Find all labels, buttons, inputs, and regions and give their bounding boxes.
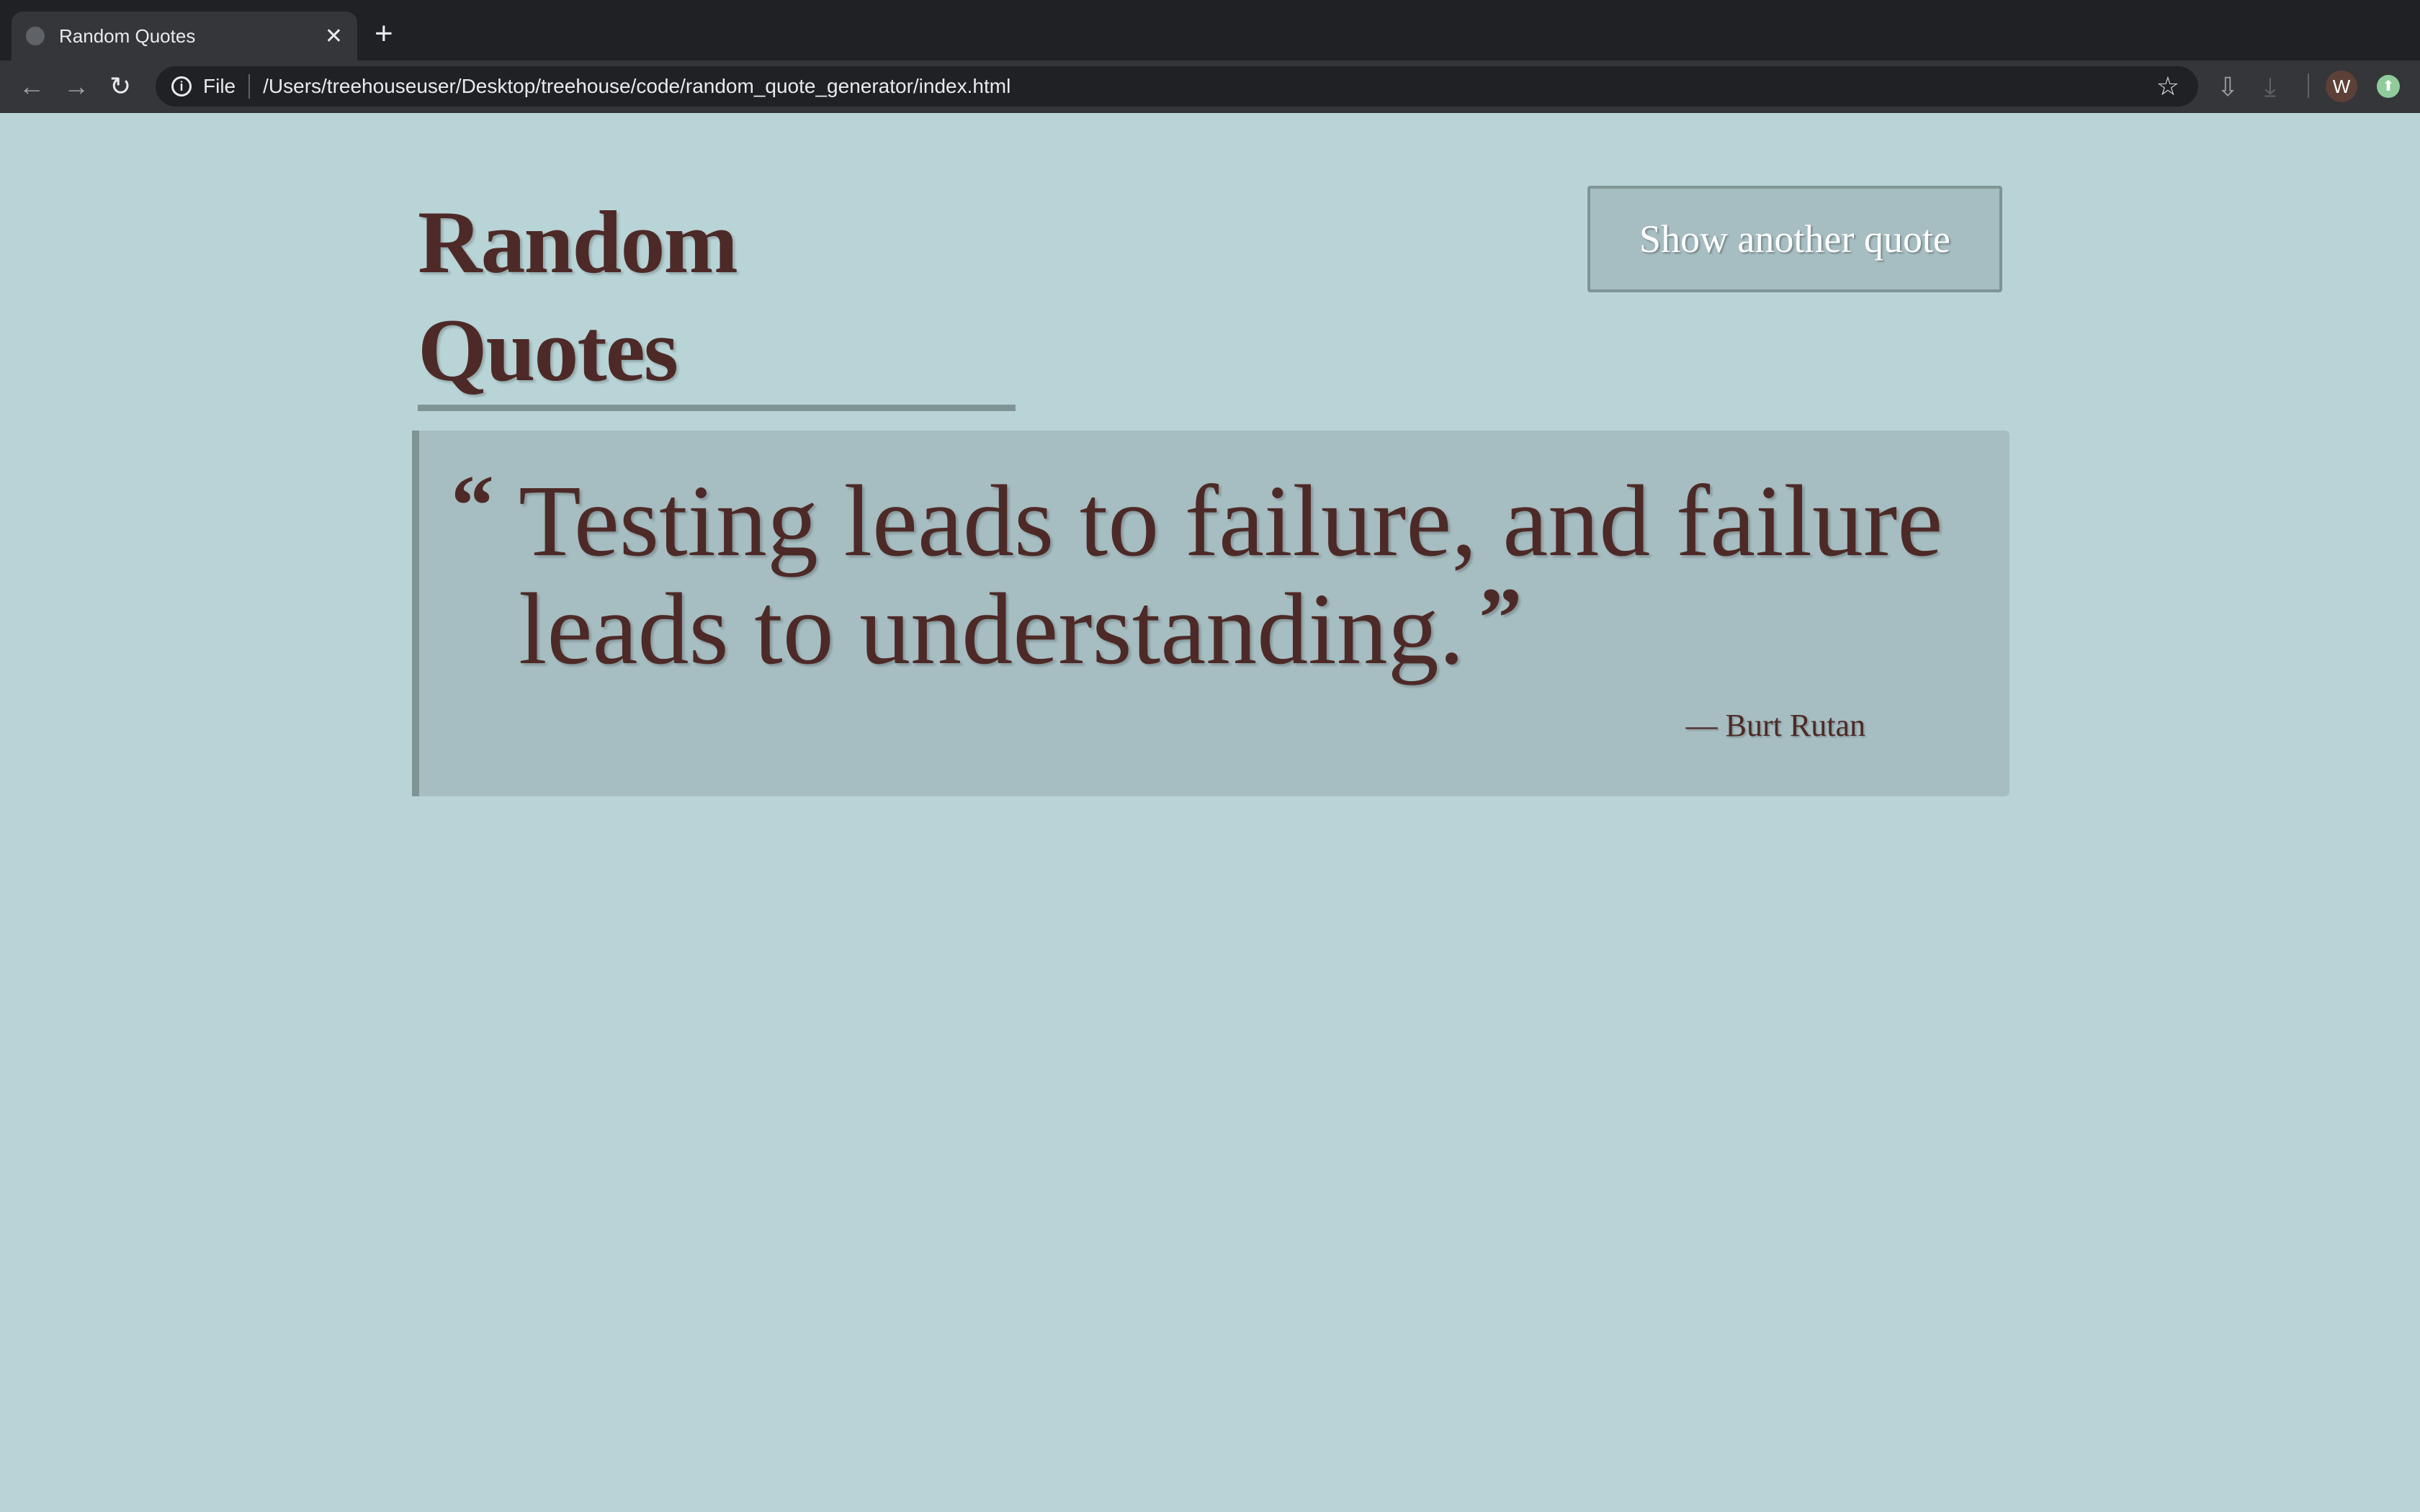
divider [248, 74, 251, 99]
tab-random-quotes[interactable]: Random Quotes ✕ [12, 12, 357, 60]
quote-body: Testing leads to failure, and failure le… [519, 464, 1943, 685]
show-another-quote-button[interactable]: Show another quote [1587, 186, 2002, 292]
new-tab-button[interactable]: + [375, 16, 393, 52]
tab-title: Random Quotes [59, 24, 196, 47]
back-icon[interactable]: ← [19, 68, 45, 105]
open-quote-mark: “ [451, 457, 494, 553]
quote-text: Testing leads to failure, and failure le… [519, 467, 1988, 683]
download-arrow-icon[interactable]: ⇩ [2217, 73, 2238, 101]
address-url[interactable]: /Users/treehouseuser/Desktop/treehouse/c… [263, 75, 1010, 98]
browser-toolbar: ← → ↻ i File /Users/treehouseuser/Deskto… [0, 60, 2420, 113]
forward-icon[interactable]: → [63, 68, 89, 105]
quote-box: “ Testing leads to failure, and failure … [412, 431, 2009, 796]
profile-avatar[interactable]: W [2326, 71, 2357, 102]
page-title: Random Quotes [418, 189, 1016, 411]
divider [2308, 73, 2309, 98]
info-icon[interactable]: i [171, 76, 192, 96]
address-bar[interactable]: i File /Users/treehouseuser/Desktop/tree… [156, 66, 2198, 107]
reload-icon[interactable]: ↻ [109, 68, 131, 105]
close-quote-mark: ” [1479, 570, 1523, 665]
quote-author: — Burt Rutan [1685, 708, 1865, 743]
update-icon[interactable]: ⬆ [2377, 75, 2400, 98]
globe-icon [26, 27, 45, 45]
download-icon[interactable]: ⤓ [2264, 73, 2276, 101]
tab-strip: Random Quotes ✕ + [0, 0, 2420, 60]
close-tab-icon[interactable]: ✕ [325, 24, 343, 49]
bookmark-star-icon[interactable]: ☆ [2156, 71, 2179, 102]
address-scheme: File [203, 75, 236, 97]
